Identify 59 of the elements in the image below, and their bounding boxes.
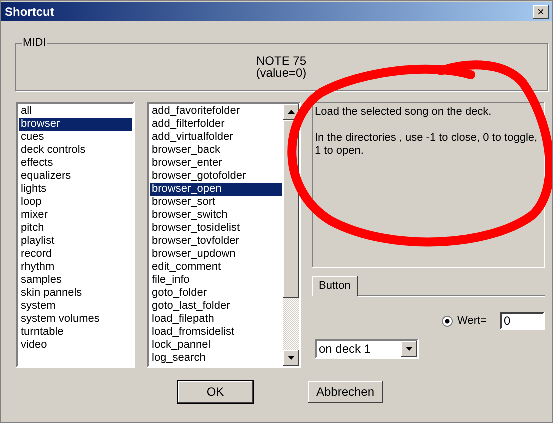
description-text: Load the selected song on the deck. [315, 106, 493, 119]
down-arrow-icon [288, 356, 294, 360]
category-item[interactable]: loop [19, 196, 132, 209]
category-item[interactable]: equalizers [19, 170, 132, 183]
action-item[interactable]: browser_gotofolder [150, 170, 282, 183]
action-item[interactable]: add_virtualfolder [150, 131, 282, 144]
action-item[interactable]: goto_folder [150, 287, 282, 300]
action-item[interactable]: add_filterfolder [150, 118, 282, 131]
action-item[interactable]: browser_switch [150, 209, 282, 222]
value-text: (value=0) [256, 66, 307, 78]
action-item[interactable]: add_favoritefolder [150, 105, 282, 118]
action-item[interactable]: browser_updown [150, 248, 282, 261]
category-item[interactable]: record [19, 248, 132, 261]
down-arrow-icon [406, 347, 412, 351]
dropdown-button[interactable] [401, 341, 417, 357]
category-item[interactable]: samples [19, 274, 132, 287]
scroll-down-button[interactable] [283, 350, 299, 366]
category-item[interactable]: skin pannels [19, 287, 132, 300]
tab[interactable]: Button [312, 276, 358, 296]
category-item[interactable]: system [19, 300, 132, 313]
category-item[interactable]: pitch [19, 222, 132, 235]
action-item[interactable]: browser_tovfolder [150, 235, 282, 248]
value-field[interactable]: 0 [500, 312, 545, 330]
action-item[interactable]: browser_tosidelist [150, 222, 282, 235]
category-item[interactable]: cues [19, 131, 132, 144]
category-item[interactable]: rhythm [19, 261, 132, 274]
action-item[interactable]: browser_back [150, 144, 282, 157]
action-item[interactable]: edit_comment [150, 261, 282, 274]
action-item[interactable]: goto_last_folder [150, 300, 282, 313]
action-item[interactable]: load_fromsidelist [150, 326, 282, 339]
action-item[interactable]: log_search [150, 352, 282, 365]
note-text: NOTE 75 [256, 54, 306, 66]
group-label: MIDI [22, 37, 48, 49]
description-text: In the directories , use -1 to close, 0 to toggle, 1 to open. [315, 132, 539, 158]
up-arrow-icon [288, 110, 294, 114]
category-item[interactable]: mixer [19, 209, 132, 222]
dialog-button[interactable]: OK [178, 381, 253, 403]
category-item[interactable]: all [19, 105, 132, 118]
category-item[interactable]: deck controls [19, 144, 132, 157]
category-item[interactable]: browser [19, 118, 132, 131]
radio-label[interactable]: Wert= [458, 315, 487, 327]
close-button[interactable]: × [533, 4, 549, 18]
category-item[interactable]: playlist [19, 235, 132, 248]
action-item[interactable]: browser_enter [150, 157, 282, 170]
scroll-up-button[interactable] [283, 104, 299, 120]
radio-button[interactable] [442, 316, 453, 326]
category-item[interactable]: turntable [19, 326, 132, 339]
action-item[interactable]: browser_sort [150, 196, 282, 209]
category-item[interactable]: effects [19, 157, 132, 170]
category-item[interactable]: video [19, 339, 132, 352]
action-item[interactable]: lock_pannel [150, 339, 282, 352]
category-item[interactable]: system volumes [19, 313, 132, 326]
action-item[interactable]: load_filepath [150, 313, 282, 326]
category-item[interactable]: lights [19, 183, 132, 196]
dialog-button[interactable]: Abbrechen [308, 381, 383, 403]
action-item[interactable]: file_info [150, 274, 282, 287]
deck-dropdown[interactable]: on deck 1 [315, 339, 419, 359]
action-item[interactable]: browser_open [150, 183, 282, 196]
window-title: Shortcut [5, 4, 54, 18]
